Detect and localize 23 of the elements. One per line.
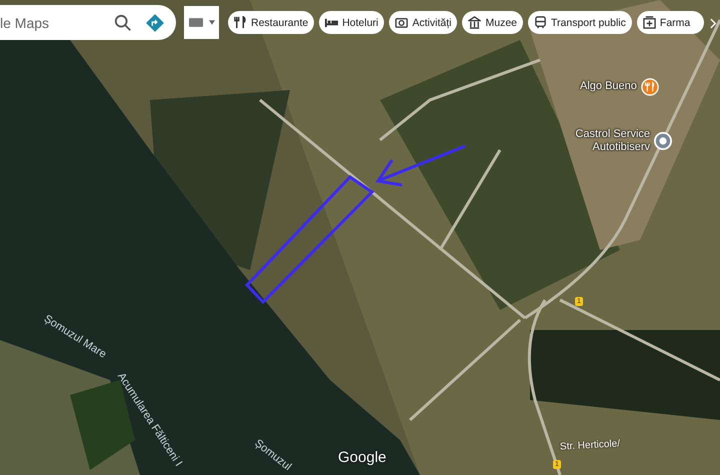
layer-button[interactable] — [184, 6, 219, 39]
fork-knife-icon — [234, 16, 247, 29]
pharmacy-icon — [642, 16, 656, 29]
search-box[interactable]: le Maps — [0, 5, 176, 40]
place-label[interactable]: Castrol Service Autotibiserv — [572, 128, 650, 154]
chevron-right-icon[interactable] — [710, 18, 717, 29]
category-chip[interactable]: Restaurante — [228, 11, 314, 34]
category-chip[interactable]: Transport public — [528, 11, 632, 34]
category-chip[interactable]: Muzee — [462, 11, 523, 34]
street-label: Str. Herticole/ — [560, 438, 620, 453]
museum-icon — [468, 16, 482, 29]
search-icon[interactable] — [114, 14, 132, 32]
caret-icon — [208, 20, 214, 25]
bus-icon — [534, 16, 547, 29]
google-logo: Google — [338, 449, 386, 466]
restaurant-pin-icon[interactable] — [640, 78, 659, 96]
place-label[interactable]: Algo Bueno — [580, 80, 637, 94]
category-chip[interactable]: Activități — [389, 11, 458, 34]
category-chip[interactable]: Hoteluri — [319, 11, 384, 34]
bed-icon — [325, 16, 338, 29]
camera-icon — [395, 16, 408, 29]
category-chip[interactable]: Farma — [636, 11, 704, 34]
keyboard-icon — [188, 18, 202, 27]
